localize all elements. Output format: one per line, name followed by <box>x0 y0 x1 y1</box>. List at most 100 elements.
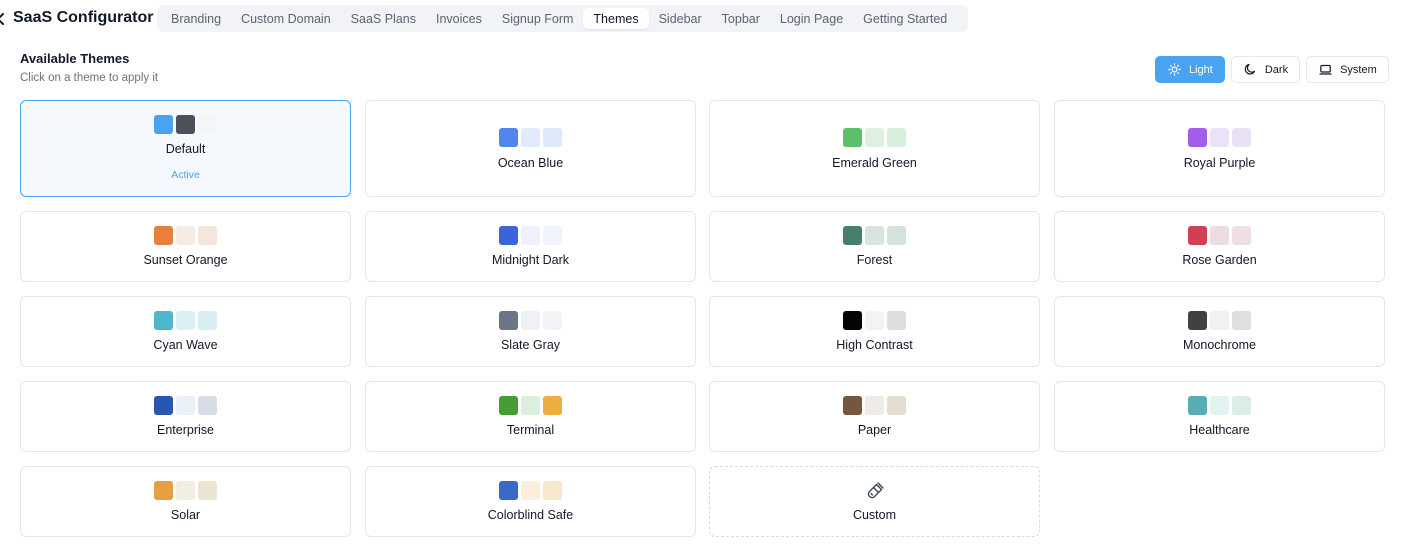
color-swatch <box>865 128 884 147</box>
color-swatch <box>1232 396 1251 415</box>
color-swatch <box>499 128 518 147</box>
color-swatch <box>176 226 195 245</box>
color-swatches <box>1055 396 1384 415</box>
tab-branding[interactable]: Branding <box>161 8 231 29</box>
theme-name: Slate Gray <box>500 338 561 352</box>
color-swatches <box>710 311 1039 330</box>
color-swatch <box>154 226 173 245</box>
theme-name: High Contrast <box>836 338 913 352</box>
tab-getting-started[interactable]: Getting Started <box>853 8 957 29</box>
color-swatch <box>521 128 540 147</box>
color-swatch <box>176 481 195 500</box>
theme-mode-switcher: Light Dark System <box>1155 56 1389 83</box>
theme-card-royal-purple[interactable]: Royal Purple <box>1054 100 1385 197</box>
color-swatch <box>499 311 518 330</box>
color-swatch <box>1210 128 1229 147</box>
theme-card-solar[interactable]: Solar <box>20 466 351 537</box>
theme-name: Forest <box>856 253 893 267</box>
paintbrush-icon <box>867 482 884 499</box>
theme-card-sunset-orange[interactable]: Sunset Orange <box>20 211 351 282</box>
section-subtitle: Click on a theme to apply it <box>20 72 159 84</box>
mode-label: Light <box>1189 63 1213 76</box>
color-swatches <box>21 115 350 134</box>
color-swatches <box>366 311 695 330</box>
theme-card-emerald-green[interactable]: Emerald Green <box>709 100 1040 197</box>
color-swatch <box>543 226 562 245</box>
tab-topbar[interactable]: Topbar <box>712 8 770 29</box>
theme-card-default[interactable]: Default Active <box>20 100 351 197</box>
theme-name: Ocean Blue <box>497 156 564 170</box>
color-swatches <box>366 226 695 245</box>
moon-icon <box>1244 63 1255 75</box>
color-swatches <box>366 481 695 500</box>
theme-name: Terminal <box>506 423 555 437</box>
color-swatch <box>499 226 518 245</box>
color-swatch <box>843 311 862 330</box>
theme-name: Midnight Dark <box>491 253 570 267</box>
color-swatch <box>1188 396 1207 415</box>
color-swatch <box>154 311 173 330</box>
theme-card-cyan-wave[interactable]: Cyan Wave <box>20 296 351 367</box>
color-swatch <box>543 311 562 330</box>
theme-card-custom[interactable]: Custom <box>709 466 1040 537</box>
color-swatch <box>176 396 195 415</box>
color-swatch <box>521 481 540 500</box>
theme-card-ocean-blue[interactable]: Ocean Blue <box>365 100 696 197</box>
color-swatches <box>1055 128 1384 147</box>
color-swatch <box>521 311 540 330</box>
theme-card-midnight-dark[interactable]: Midnight Dark <box>365 211 696 282</box>
theme-name: Monochrome <box>1183 338 1256 352</box>
tab-custom-domain[interactable]: Custom Domain <box>231 8 341 29</box>
tab-sidebar[interactable]: Sidebar <box>649 8 712 29</box>
tab-signup-form[interactable]: Signup Form <box>492 8 584 29</box>
monitor-icon <box>1319 64 1332 75</box>
mode-dark-button[interactable]: Dark <box>1230 56 1301 83</box>
theme-name: Default <box>165 142 206 156</box>
theme-name: Enterprise <box>157 423 214 437</box>
color-swatch <box>843 128 862 147</box>
theme-card-colorblind-safe[interactable]: Colorblind Safe <box>365 466 696 537</box>
color-swatch <box>499 396 518 415</box>
theme-name: Rose Garden <box>1182 253 1257 267</box>
color-swatch <box>543 396 562 415</box>
color-swatch <box>1210 396 1229 415</box>
theme-card-monochrome[interactable]: Monochrome <box>1054 296 1385 367</box>
theme-card-enterprise[interactable]: Enterprise <box>20 381 351 452</box>
mode-label: Dark <box>1264 63 1289 76</box>
color-swatches <box>710 226 1039 245</box>
mode-light-button[interactable]: Light <box>1155 56 1225 83</box>
tab-themes[interactable]: Themes <box>583 8 649 29</box>
theme-card-terminal[interactable]: Terminal <box>365 381 696 452</box>
color-swatch <box>198 115 217 134</box>
tab-login-page[interactable]: Login Page <box>770 8 853 29</box>
color-swatch <box>865 311 884 330</box>
theme-name: Colorblind Safe <box>487 508 574 522</box>
tab-saas-plans[interactable]: SaaS Plans <box>341 8 426 29</box>
color-swatch <box>887 311 906 330</box>
chevron-left-icon[interactable] <box>0 10 6 28</box>
color-swatch <box>1210 226 1229 245</box>
color-swatches <box>1055 311 1384 330</box>
active-status-label: Active <box>171 169 200 181</box>
color-swatch <box>1188 311 1207 330</box>
color-swatch <box>198 311 217 330</box>
theme-name: Royal Purple <box>1183 156 1256 170</box>
theme-card-high-contrast[interactable]: High Contrast <box>709 296 1040 367</box>
theme-card-healthcare[interactable]: Healthcare <box>1054 381 1385 452</box>
color-swatch <box>198 396 217 415</box>
theme-name: Cyan Wave <box>153 338 218 352</box>
mode-system-button[interactable]: System <box>1306 56 1389 83</box>
section-title: Available Themes <box>20 51 130 66</box>
color-swatch <box>1232 128 1251 147</box>
color-swatch <box>865 226 884 245</box>
theme-card-rose-garden[interactable]: Rose Garden <box>1054 211 1385 282</box>
color-swatch <box>154 396 173 415</box>
theme-name: Solar <box>170 508 201 522</box>
theme-card-paper[interactable]: Paper <box>709 381 1040 452</box>
color-swatches <box>710 128 1039 147</box>
theme-card-slate-gray[interactable]: Slate Gray <box>365 296 696 367</box>
theme-card-forest[interactable]: Forest <box>709 211 1040 282</box>
tab-invoices[interactable]: Invoices <box>426 8 492 29</box>
sun-icon <box>1168 63 1181 76</box>
color-swatch <box>1232 311 1251 330</box>
